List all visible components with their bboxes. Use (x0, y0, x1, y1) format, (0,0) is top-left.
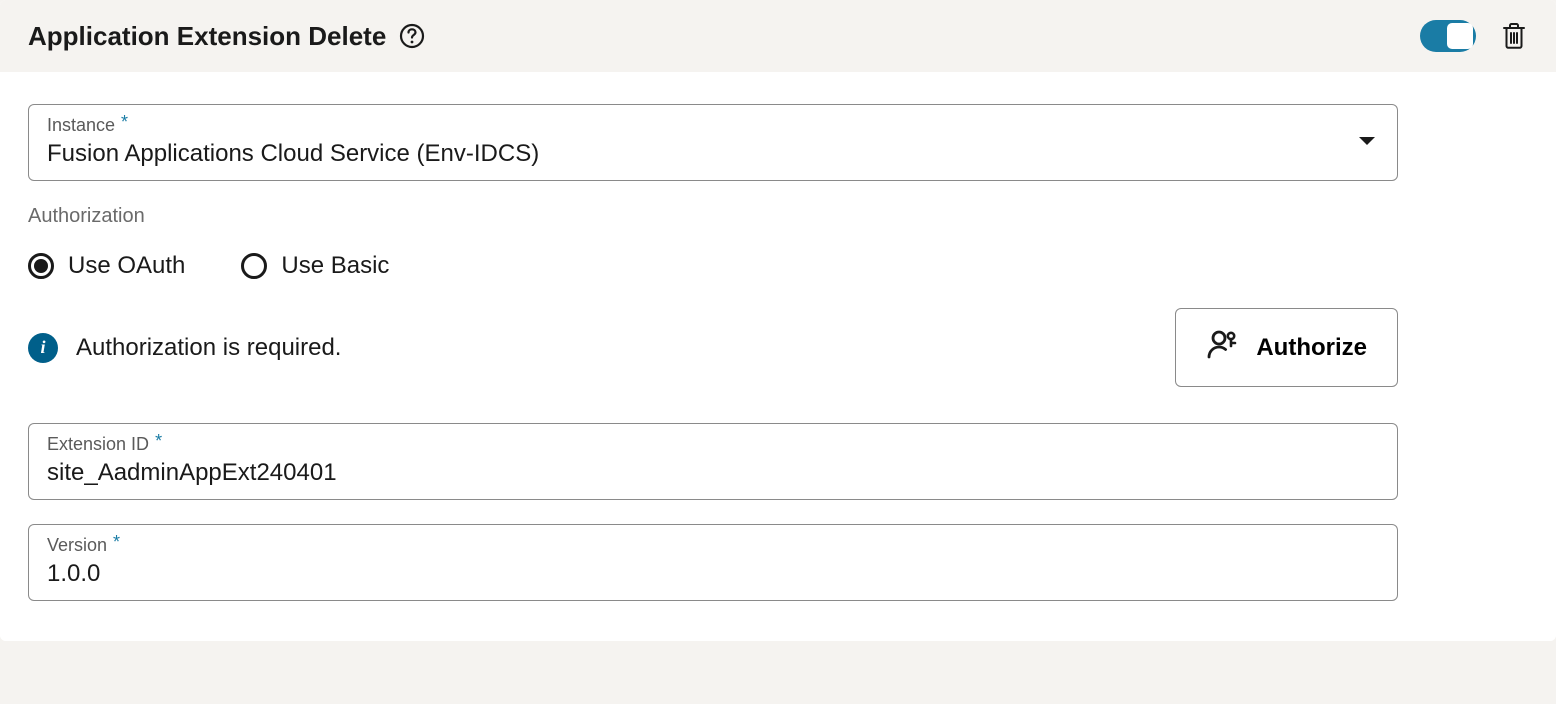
radio-use-oauth[interactable]: Use OAuth (28, 252, 185, 280)
page-title: Application Extension Delete (28, 21, 386, 52)
version-field[interactable]: Version * (28, 524, 1398, 601)
help-icon[interactable] (398, 22, 426, 50)
authorization-radio-group: Use OAuth Use Basic (28, 252, 1398, 280)
radio-selected-icon (28, 253, 54, 279)
required-indicator: * (113, 533, 120, 551)
page-header: Application Extension Delete (0, 0, 1556, 72)
instance-value: Fusion Applications Cloud Service (Env-I… (47, 140, 1379, 168)
radio-use-basic[interactable]: Use Basic (241, 252, 389, 280)
enable-toggle[interactable] (1420, 20, 1476, 52)
authorization-heading: Authorization (28, 205, 1398, 228)
extension-id-label: Extension ID (47, 434, 149, 455)
instance-dropdown[interactable]: Instance * Fusion Applications Cloud Ser… (28, 104, 1398, 181)
required-indicator: * (155, 432, 162, 450)
authorize-button[interactable]: Authorize (1175, 308, 1398, 387)
authorize-button-label: Authorize (1256, 334, 1367, 362)
version-label: Version (47, 535, 107, 556)
instance-label: Instance (47, 115, 115, 136)
radio-oauth-label: Use OAuth (68, 252, 185, 280)
extension-id-field[interactable]: Extension ID * (28, 423, 1398, 500)
authorize-person-icon (1206, 327, 1240, 368)
version-input[interactable] (47, 560, 1379, 588)
authorization-info-text: Authorization is required. (76, 334, 341, 362)
delete-icon[interactable] (1500, 22, 1528, 50)
required-indicator: * (121, 113, 128, 131)
radio-unselected-icon (241, 253, 267, 279)
authorization-info: i Authorization is required. (28, 333, 341, 363)
chevron-down-icon (1357, 134, 1377, 152)
extension-id-input[interactable] (47, 459, 1379, 487)
radio-basic-label: Use Basic (281, 252, 389, 280)
info-icon: i (28, 333, 58, 363)
